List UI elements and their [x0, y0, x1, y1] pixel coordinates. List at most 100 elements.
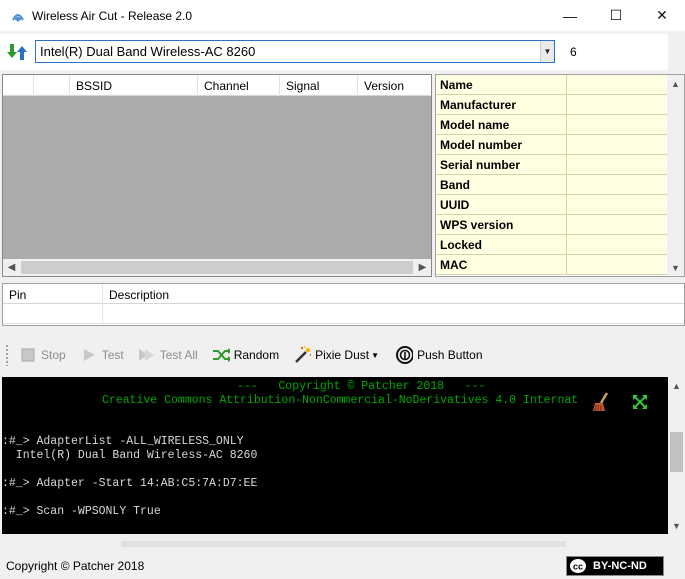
chevron-down-icon[interactable]: ▼ — [540, 41, 554, 62]
adapter-selected-value: Intel(R) Dual Band Wireless-AC 8260 — [40, 44, 256, 59]
push-button-label: Push Button — [417, 348, 483, 362]
info-value[interactable] — [567, 195, 666, 214]
info-row[interactable]: Band — [436, 175, 684, 195]
pin-cell[interactable] — [3, 304, 103, 324]
maximize-button[interactable]: ☐ — [593, 0, 639, 31]
console-line: :#_> AdapterList -ALL_WIRELESS_ONLY — [2, 435, 244, 448]
vertical-scrollbar[interactable]: ▲ ▼ — [667, 75, 684, 276]
column-header-pin[interactable]: Pin — [3, 284, 103, 304]
adapter-dropdown[interactable]: Intel(R) Dual Band Wireless-AC 8260 ▼ — [35, 40, 555, 63]
info-value[interactable] — [567, 75, 666, 94]
info-key: Model name — [436, 115, 567, 134]
wps-info-table: Name Manufacturer Model name Model number Se… — [435, 74, 685, 277]
info-value[interactable] — [567, 175, 666, 194]
column-header-description[interactable]: Description — [103, 284, 684, 304]
info-row[interactable]: WPS version — [436, 215, 684, 235]
scrollbar-thumb[interactable] — [670, 432, 683, 472]
random-button[interactable]: Random — [208, 343, 283, 367]
pixie-dust-label: Pixie Dust — [315, 348, 370, 362]
fingerprint-icon — [395, 346, 414, 364]
info-row[interactable]: MAC — [436, 255, 684, 275]
close-button[interactable]: ✕ — [639, 0, 685, 31]
pin-table-header: Pin Description — [3, 284, 684, 304]
info-value[interactable] — [567, 135, 666, 154]
chevron-down-icon[interactable]: ▼ — [371, 351, 383, 360]
chevron-left-icon[interactable]: ◀ — [3, 259, 20, 276]
info-key: MAC — [436, 255, 567, 274]
info-row[interactable]: Model name — [436, 115, 684, 135]
refresh-icon[interactable] — [6, 41, 28, 63]
window-title: Wireless Air Cut - Release 2.0 — [32, 8, 193, 23]
column-header-bssid[interactable]: BSSID — [70, 75, 198, 96]
horizontal-scrollbar[interactable]: ◀ ▶ — [3, 259, 431, 276]
chevron-down-icon[interactable]: ▼ — [667, 259, 684, 276]
status-bar: Copyright © Patcher 2018 cc BY-NC-ND — [0, 552, 685, 579]
info-value[interactable] — [567, 155, 666, 174]
toolbar: Stop Test Test All Random Pixie Dust ▼ P… — [2, 339, 685, 371]
column-header-icon[interactable] — [34, 75, 70, 96]
column-header-channel[interactable]: Channel — [198, 75, 280, 96]
info-key: UUID — [436, 195, 567, 214]
column-header-signal[interactable]: Signal — [280, 75, 358, 96]
test-all-label: Test All — [159, 348, 198, 362]
test-button[interactable]: Test — [76, 343, 128, 367]
title-bar: Wireless Air Cut - Release 2.0 — ☐ ✕ — [0, 0, 685, 31]
expand-icon[interactable] — [629, 391, 651, 413]
networks-grid[interactable]: BSSID Channel Signal Version ◀ ▶ — [2, 74, 432, 277]
magic-wand-icon — [293, 346, 312, 364]
info-value[interactable] — [567, 215, 666, 234]
info-row[interactable]: UUID — [436, 195, 684, 215]
console-line: :#_> Scan -WPSONLY True — [2, 505, 161, 518]
chevron-up-icon[interactable]: ▲ — [668, 377, 685, 394]
license-badge[interactable]: cc BY-NC-ND — [566, 556, 664, 576]
info-key: Manufacturer — [436, 95, 567, 114]
chevron-up-icon[interactable]: ▲ — [667, 75, 684, 92]
console-header-license: Creative Commons Attribution-NonCommerci… — [102, 394, 579, 407]
toolbar-grip[interactable] — [5, 344, 9, 366]
info-key: WPS version — [436, 215, 567, 234]
info-row[interactable]: Name — [436, 75, 684, 95]
info-row[interactable]: Serial number — [436, 155, 684, 175]
scrollbar[interactable] — [668, 34, 685, 70]
column-header-select[interactable] — [3, 75, 34, 96]
broom-clear-icon[interactable] — [591, 391, 613, 413]
copyright-text: Copyright © Patcher 2018 — [6, 559, 145, 573]
stop-button[interactable]: Stop — [15, 343, 70, 367]
horizontal-scrollbar-thumb[interactable] — [121, 541, 566, 547]
pixie-dust-button[interactable]: Pixie Dust — [289, 343, 373, 367]
stop-label: Stop — [41, 348, 66, 362]
description-cell[interactable] — [103, 304, 684, 324]
info-key: Name — [436, 75, 567, 94]
info-row[interactable]: Manufacturer — [436, 95, 684, 115]
test-all-button[interactable]: Test All — [134, 343, 202, 367]
creative-commons-icon: cc — [567, 557, 589, 575]
info-value[interactable] — [567, 235, 666, 254]
test-label: Test — [101, 348, 124, 362]
info-value[interactable] — [567, 115, 666, 134]
adapter-count: 6 — [570, 45, 577, 59]
svg-text:cc: cc — [573, 562, 583, 572]
console-header-copyright: --- Copyright © Patcher 2018 --- — [237, 380, 486, 393]
chevron-down-icon[interactable]: ▼ — [668, 517, 685, 534]
push-button-button[interactable]: Push Button — [391, 343, 486, 367]
table-row[interactable] — [3, 304, 684, 324]
fast-forward-icon — [138, 346, 156, 364]
console-line: Intel(R) Dual Band Wireless-AC 8260 — [2, 449, 258, 462]
info-key: Model number — [436, 135, 567, 154]
info-row[interactable]: Model number — [436, 135, 684, 155]
console-output[interactable]: --- Copyright © Patcher 2018 --- Creativ… — [2, 377, 685, 534]
chevron-right-icon[interactable]: ▶ — [414, 259, 431, 276]
adapter-row: Intel(R) Dual Band Wireless-AC 8260 ▼ 6 — [0, 34, 685, 70]
scrollbar-thumb[interactable] — [21, 261, 413, 274]
info-key: Serial number — [436, 155, 567, 174]
shuffle-icon — [212, 346, 230, 364]
vertical-scrollbar[interactable]: ▲ ▼ — [668, 377, 685, 534]
column-header-version[interactable]: Version — [358, 75, 431, 96]
random-label: Random — [233, 348, 280, 362]
networks-grid-header: BSSID Channel Signal Version — [3, 75, 431, 96]
info-value[interactable] — [567, 255, 666, 274]
minimize-button[interactable]: — — [547, 0, 593, 31]
pin-table[interactable]: Pin Description — [2, 283, 685, 326]
info-row[interactable]: Locked — [436, 235, 684, 255]
info-value[interactable] — [567, 95, 666, 114]
